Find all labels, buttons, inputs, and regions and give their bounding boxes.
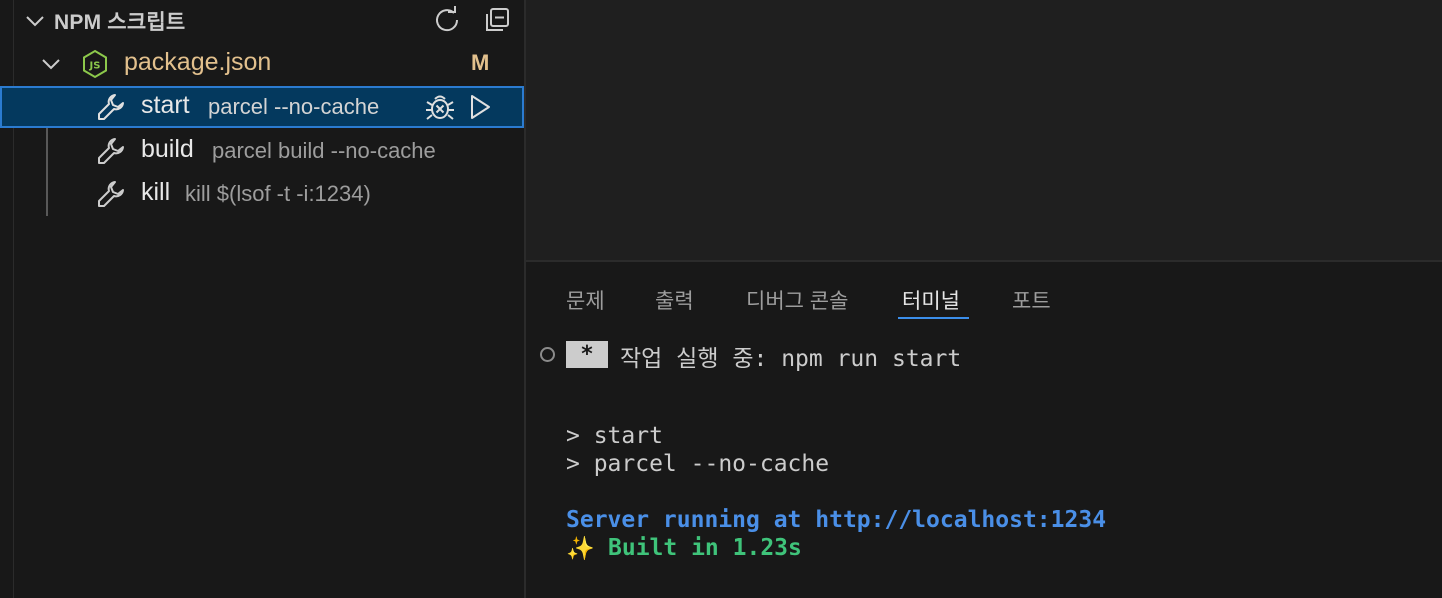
script-item-start[interactable]: start parcel --no-cache [0, 86, 524, 128]
script-item-build[interactable]: build parcel build --no-cache [0, 130, 524, 172]
task-badge: * [566, 341, 608, 368]
npm-scripts-header[interactable]: NPM 스크립트 [0, 0, 524, 40]
chevron-down-icon[interactable] [24, 10, 46, 32]
server-url-line[interactable]: Server running at http://localhost:1234 [566, 507, 1106, 533]
task-status-icon [540, 347, 555, 362]
wrench-icon [98, 94, 124, 120]
build-status-line: Built in 1.23s [608, 535, 802, 561]
package-json-label: package.json [124, 48, 272, 76]
terminal-line: > parcel --no-cache [566, 451, 830, 477]
package-json-item[interactable]: JS package.json M [0, 43, 524, 85]
tab-debug-console[interactable]: 디버그 콘솔 [746, 285, 848, 315]
script-command: parcel --no-cache [208, 94, 380, 119]
npm-scripts-sidebar: NPM 스크립트 JS package.json M start parcel … [0, 0, 524, 598]
collapse-all-icon[interactable] [482, 5, 512, 35]
debug-icon[interactable] [424, 91, 456, 123]
refresh-icon[interactable] [432, 5, 462, 35]
chevron-down-icon[interactable] [40, 53, 62, 75]
script-name: kill [141, 178, 171, 206]
script-command: kill $(lsof -t -i:1234) [185, 181, 371, 206]
active-tab-indicator [898, 317, 969, 319]
sparkle-icon: ✨ [566, 536, 595, 562]
script-name: start [141, 91, 190, 119]
task-status-line: 작업 실행 중: npm run start [620, 346, 962, 372]
script-item-kill[interactable]: kill kill $(lsof -t -i:1234) [0, 173, 524, 215]
terminal-line: > start [566, 423, 663, 449]
svg-text:JS: JS [89, 61, 101, 72]
wrench-icon [98, 181, 124, 207]
tab-terminal[interactable]: 터미널 [902, 285, 960, 315]
section-title: NPM 스크립트 [54, 11, 186, 34]
tab-output[interactable]: 출력 [655, 285, 694, 315]
tab-problems[interactable]: 문제 [566, 285, 605, 315]
run-icon[interactable] [464, 91, 496, 123]
modified-badge: M [471, 50, 490, 75]
script-command: parcel build --no-cache [212, 138, 436, 163]
nodejs-icon: JS [83, 49, 107, 79]
script-name: build [141, 135, 194, 163]
tab-ports[interactable]: 포트 [1012, 285, 1051, 315]
wrench-icon [98, 138, 124, 164]
bottom-panel: 문제 출력 디버그 콘솔 터미널 포트 * 작업 실행 중: npm run s… [526, 262, 1442, 598]
editor-area[interactable] [526, 0, 1442, 260]
